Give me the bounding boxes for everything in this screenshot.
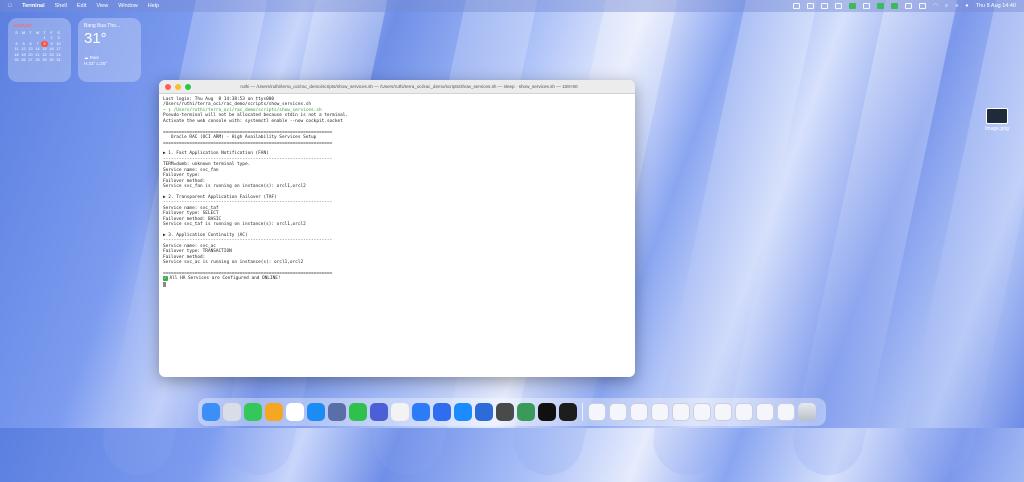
calendar-day: 25 xyxy=(14,58,19,63)
terminal-window[interactable]: ruthi — /Users/ruthi/terra_oci/rac_demo/… xyxy=(159,80,635,377)
dock-document[interactable] xyxy=(735,403,753,421)
status-icon[interactable] xyxy=(835,3,843,9)
dock-document[interactable] xyxy=(693,403,711,421)
calendar-day: 30 xyxy=(49,58,54,63)
trash-icon[interactable] xyxy=(798,403,816,421)
cursor xyxy=(163,281,166,287)
search-icon[interactable]: ⌕ xyxy=(945,3,948,10)
status-icon[interactable] xyxy=(849,3,857,9)
calendar-day: 26 xyxy=(21,58,26,63)
status-icon[interactable] xyxy=(905,3,913,9)
menu-edit[interactable]: Edit xyxy=(77,3,86,9)
dock-app-finder[interactable] xyxy=(202,403,220,421)
minimize-button[interactable] xyxy=(175,83,181,90)
menu-shell[interactable]: Shell xyxy=(55,3,67,9)
terminal-output[interactable]: Last login: Thu Aug 8 14:38:53 on ttys00… xyxy=(159,94,635,290)
wifi-icon[interactable]: ◠ xyxy=(933,3,938,9)
status-icon[interactable] xyxy=(919,3,927,9)
dock-document[interactable] xyxy=(672,403,690,421)
dock-separator xyxy=(582,403,583,421)
dock-app-messages[interactable] xyxy=(244,403,262,421)
weather-city: Bang Bua Tho... xyxy=(84,23,121,29)
dock-document[interactable] xyxy=(651,403,669,421)
dock-app-safari-technology[interactable] xyxy=(412,403,430,421)
dock-app-activity-monitor[interactable] xyxy=(517,403,535,421)
status-icon[interactable] xyxy=(877,3,885,9)
desktop-file-label: Image.png xyxy=(985,126,1009,132)
close-button[interactable] xyxy=(165,83,171,90)
status-icon[interactable] xyxy=(863,3,871,9)
dock-app-terminal[interactable] xyxy=(559,403,577,421)
dock-app-notes[interactable] xyxy=(391,403,409,421)
cloud-rain-icon: ☁ xyxy=(84,55,89,60)
image-file-icon xyxy=(986,108,1008,124)
dock-document[interactable] xyxy=(630,403,648,421)
menu-app-name[interactable]: Terminal xyxy=(22,3,45,9)
status-icon[interactable] xyxy=(807,3,815,9)
apple-icon[interactable]:  xyxy=(8,3,12,9)
calendar-day: 29 xyxy=(42,58,47,63)
dock-document[interactable] xyxy=(609,403,627,421)
dock-document[interactable] xyxy=(588,403,606,421)
weather-widget[interactable]: Bang Bua Tho... 31° ☁ Rain H:33° L:26° xyxy=(78,18,141,82)
calendar-month: AUGUST xyxy=(13,23,32,28)
dock-app-screenshot[interactable] xyxy=(370,403,388,421)
weather-temp: 31° xyxy=(84,30,107,47)
dock xyxy=(198,398,826,426)
dock-document[interactable] xyxy=(756,403,774,421)
terminal-prompt[interactable] xyxy=(163,281,631,287)
success-message: All HA Services are Configured and ONLIN… xyxy=(169,276,281,282)
control-center-icon[interactable]: ≡ xyxy=(955,3,958,9)
status-icon[interactable] xyxy=(821,3,829,9)
calendar-grid: S M T W T F S 1 2 3 4 5 6 7 8 9 10 11 12… xyxy=(13,30,62,63)
weather-condition-label: Rain xyxy=(89,55,100,60)
dock-app-gauge[interactable] xyxy=(496,403,514,421)
dock-app-preview[interactable] xyxy=(328,403,346,421)
dock-app-safari[interactable] xyxy=(454,403,472,421)
dock-app-photos[interactable] xyxy=(265,403,283,421)
siri-icon[interactable]: ● xyxy=(965,3,968,9)
calendar-day: 31 xyxy=(56,58,61,63)
calendar-day: 1 xyxy=(43,36,46,41)
terminal-titlebar[interactable]: ruthi — /Users/ruthi/terra_oci/rac_demo/… xyxy=(159,80,635,94)
menu-view[interactable]: View xyxy=(96,3,108,9)
dock-app-reminders[interactable] xyxy=(286,403,304,421)
dock-app-testflight[interactable] xyxy=(433,403,451,421)
menu-clock[interactable]: Thu 8 Aug 14:40 xyxy=(976,3,1016,9)
check-icon: ✓ xyxy=(163,275,168,281)
menu-help[interactable]: Help xyxy=(148,3,159,9)
menu-window[interactable]: Window xyxy=(118,3,138,9)
calendar-widget[interactable]: AUGUST S M T W T F S 1 2 3 4 5 6 7 8 9 1… xyxy=(8,18,71,82)
dock-document[interactable] xyxy=(777,403,795,421)
dock-app-app-store[interactable] xyxy=(307,403,325,421)
window-title: ruthi — /Users/ruthi/terra_oci/rac_demo/… xyxy=(240,84,578,89)
dock-document[interactable] xyxy=(714,403,732,421)
calendar-day: 28 xyxy=(35,58,40,63)
dock-app-zoom[interactable] xyxy=(475,403,493,421)
dock-app-line[interactable] xyxy=(349,403,367,421)
dock-app-quicktime[interactable] xyxy=(538,403,556,421)
calendar-day: 27 xyxy=(28,58,33,63)
dock-app-launchpad[interactable] xyxy=(223,403,241,421)
status-icon[interactable] xyxy=(891,3,899,9)
weather-hilo: H:33° L:26° xyxy=(84,61,108,66)
menu-bar:  Terminal Shell Edit View Window Help ◠… xyxy=(0,0,1024,12)
status-icon[interactable] xyxy=(793,3,801,9)
desktop-file[interactable]: Image.png xyxy=(978,108,1016,132)
